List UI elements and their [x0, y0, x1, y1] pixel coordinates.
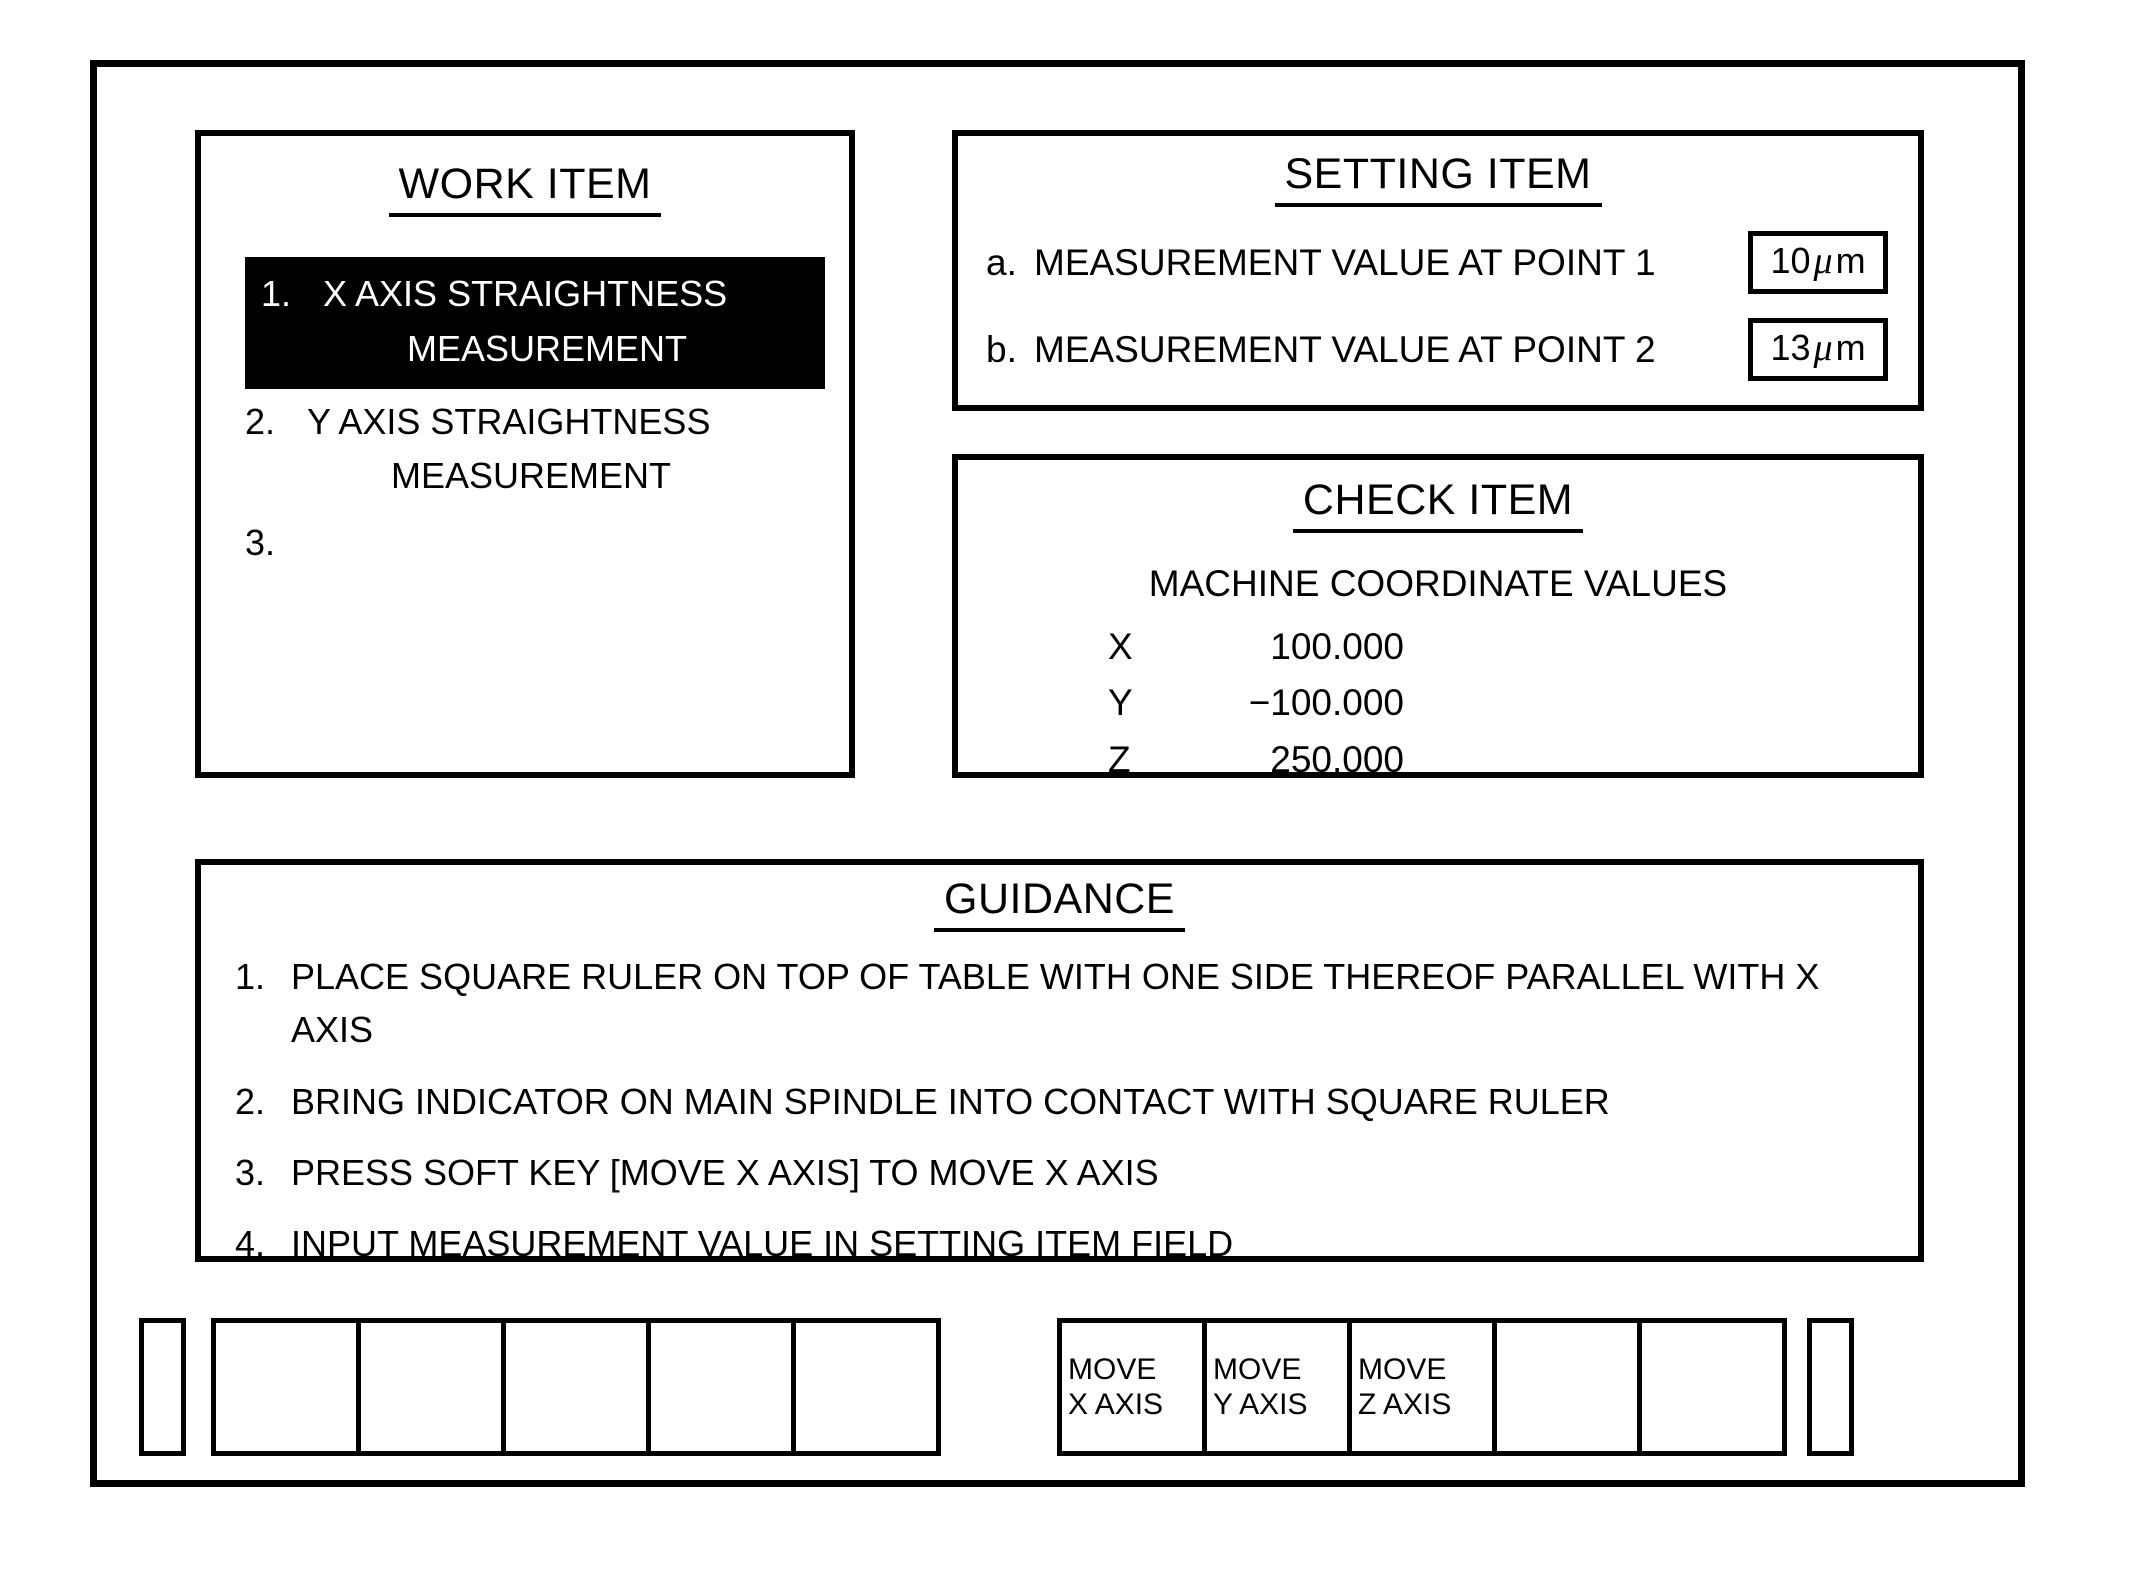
- guidance-list: 1. PLACE SQUARE RULER ON TOP OF TABLE WI…: [201, 950, 1918, 1270]
- guidance-step-4: 4. INPUT MEASUREMENT VALUE IN SETTING IT…: [235, 1217, 1892, 1270]
- coordinate-axis-z: Z: [1108, 738, 1131, 780]
- coordinate-row-x: X 100.000: [1108, 619, 1918, 675]
- guidance-step-4-number: 4.: [235, 1223, 266, 1265]
- machine-coordinate-values-label: MACHINE COORDINATE VALUES: [1148, 563, 1728, 605]
- guidance-step-1-text: PLACE SQUARE RULER ON TOP OF TABLE WITH …: [291, 956, 1820, 1051]
- guidance-step-2-text: BRING INDICATOR ON MAIN SPINDLE INTO CON…: [291, 1080, 1610, 1122]
- setting-item-title-text: SETTING ITEM: [1274, 151, 1602, 208]
- softkey-group-left: [211, 1318, 941, 1456]
- guidance-step-2: 2. BRING INDICATOR ON MAIN SPINDLE INTO …: [235, 1075, 1892, 1128]
- coordinate-value-y: −100.000: [1248, 682, 1404, 724]
- softkey-left-1[interactable]: [211, 1318, 361, 1456]
- softkey-move-y-axis[interactable]: MOVE Y AXIS: [1202, 1318, 1352, 1456]
- softkey-bar: MOVE X AXIS MOVE Y AXIS MOVE Z AXIS: [97, 1318, 2018, 1458]
- coordinate-row-z: Z 250.000: [1108, 732, 1918, 788]
- work-item-title-text: WORK ITEM: [388, 161, 662, 218]
- coordinate-value-z: 250.000: [1270, 738, 1404, 780]
- work-item-label-1-line1: X AXIS STRAIGHTNESS: [323, 273, 728, 315]
- setting-row-b-key: b.: [986, 328, 1017, 370]
- work-item-label-2-line2: MEASUREMENT: [391, 455, 672, 497]
- guidance-panel: GUIDANCE 1. PLACE SQUARE RULER ON TOP OF…: [195, 859, 1924, 1264]
- work-item-row-2[interactable]: 2. Y AXIS STRAIGHTNESS MEASUREMENT: [201, 389, 849, 510]
- work-item-panel: WORK ITEM 1. X AXIS STRAIGHTNESS MEASURE…: [195, 130, 855, 778]
- softkey-move-z-axis[interactable]: MOVE Z AXIS: [1347, 1318, 1497, 1456]
- work-item-number-3: 3.: [245, 522, 276, 564]
- work-item-number-2: 2.: [245, 400, 276, 442]
- work-item-row-1[interactable]: 1. X AXIS STRAIGHTNESS MEASUREMENT: [245, 257, 825, 389]
- coordinate-axis-y: Y: [1108, 682, 1133, 724]
- guidance-title: GUIDANCE: [201, 876, 1918, 933]
- softkey-left-3[interactable]: [501, 1318, 651, 1456]
- softkey-move-y-axis-line2: Y AXIS: [1213, 1388, 1308, 1421]
- work-item-title: WORK ITEM: [201, 161, 849, 218]
- softkey-move-x-axis[interactable]: MOVE X AXIS: [1057, 1318, 1207, 1456]
- work-item-label-2: Y AXIS STRAIGHTNESS MEASUREMENT: [307, 395, 829, 504]
- guidance-title-text: GUIDANCE: [934, 876, 1185, 933]
- setting-item-panel: SETTING ITEM a. MEASUREMENT VALUE AT POI…: [952, 130, 1924, 411]
- softkey-group-right: MOVE X AXIS MOVE Y AXIS MOVE Z AXIS: [1057, 1318, 1787, 1456]
- softkey-left-4[interactable]: [646, 1318, 796, 1456]
- measurement-point-2-value: 13: [1770, 327, 1811, 369]
- guidance-step-1: 1. PLACE SQUARE RULER ON TOP OF TABLE WI…: [235, 950, 1892, 1057]
- check-item-title: CHECK ITEM: [958, 477, 1918, 534]
- setting-row-a-label: MEASUREMENT VALUE AT POINT 1: [1034, 241, 1656, 283]
- work-item-label-1: X AXIS STRAIGHTNESS MEASUREMENT: [323, 267, 805, 376]
- setting-row-a: a. MEASUREMENT VALUE AT POINT 1 10μm: [958, 231, 1918, 295]
- softkey-left-5[interactable]: [791, 1318, 941, 1456]
- micro-symbol-2: μ: [1813, 327, 1833, 370]
- machine-coordinate-list: X 100.000 Y −100.000 Z 250.000: [958, 619, 1918, 788]
- softkey-right-5[interactable]: [1637, 1318, 1787, 1456]
- guidance-step-1-number: 1.: [235, 956, 266, 998]
- setting-row-b: b. MEASUREMENT VALUE AT POINT 2 13μm: [958, 318, 1918, 382]
- coordinate-value-x: 100.000: [1270, 626, 1404, 668]
- coordinate-axis-x: X: [1108, 626, 1133, 668]
- meter-symbol-2: m: [1835, 327, 1866, 369]
- softkey-right-edge[interactable]: [1807, 1318, 1854, 1456]
- guidance-step-3: 3. PRESS SOFT KEY [MOVE X AXIS] TO MOVE …: [235, 1146, 1892, 1199]
- work-item-list: 1. X AXIS STRAIGHTNESS MEASUREMENT 2. Y …: [201, 257, 849, 577]
- measurement-point-2-input[interactable]: 13μm: [1748, 318, 1888, 382]
- measurement-point-1-input[interactable]: 10μm: [1748, 231, 1888, 295]
- micro-symbol-1: μ: [1813, 240, 1833, 283]
- setting-row-b-label: MEASUREMENT VALUE AT POINT 2: [1034, 328, 1656, 370]
- coordinate-row-y: Y −100.000: [1108, 675, 1918, 731]
- setting-item-title: SETTING ITEM: [958, 151, 1918, 208]
- work-item-number-1: 1.: [261, 273, 292, 315]
- guidance-step-3-number: 3.: [235, 1151, 266, 1193]
- softkey-move-y-axis-line1: MOVE: [1213, 1352, 1302, 1386]
- guidance-step-4-text: INPUT MEASUREMENT VALUE IN SETTING ITEM …: [291, 1223, 1234, 1265]
- guidance-step-3-text: PRESS SOFT KEY [MOVE X AXIS] TO MOVE X A…: [291, 1151, 1159, 1193]
- softkey-move-x-axis-line2: X AXIS: [1068, 1388, 1164, 1421]
- check-item-title-text: CHECK ITEM: [1292, 477, 1584, 534]
- work-item-label-1-line2: MEASUREMENT: [407, 327, 688, 369]
- softkey-move-x-axis-line1: MOVE: [1068, 1352, 1157, 1386]
- check-item-panel: CHECK ITEM MACHINE COORDINATE VALUES X 1…: [952, 454, 1924, 780]
- work-item-label-2-line1: Y AXIS STRAIGHTNESS: [307, 400, 711, 442]
- softkey-left-edge[interactable]: [139, 1318, 186, 1456]
- setting-row-a-key: a.: [986, 241, 1017, 283]
- softkey-move-z-axis-line1: MOVE: [1358, 1352, 1447, 1386]
- work-item-row-3[interactable]: 3.: [201, 510, 849, 577]
- softkey-left-2[interactable]: [356, 1318, 506, 1456]
- softkey-move-z-axis-line2: Z AXIS: [1358, 1388, 1452, 1421]
- cnc-screen-frame: WORK ITEM 1. X AXIS STRAIGHTNESS MEASURE…: [90, 60, 2025, 1487]
- meter-symbol-1: m: [1835, 240, 1866, 282]
- measurement-point-1-value: 10: [1770, 240, 1811, 282]
- softkey-right-4[interactable]: [1492, 1318, 1642, 1456]
- guidance-step-2-number: 2.: [235, 1080, 266, 1122]
